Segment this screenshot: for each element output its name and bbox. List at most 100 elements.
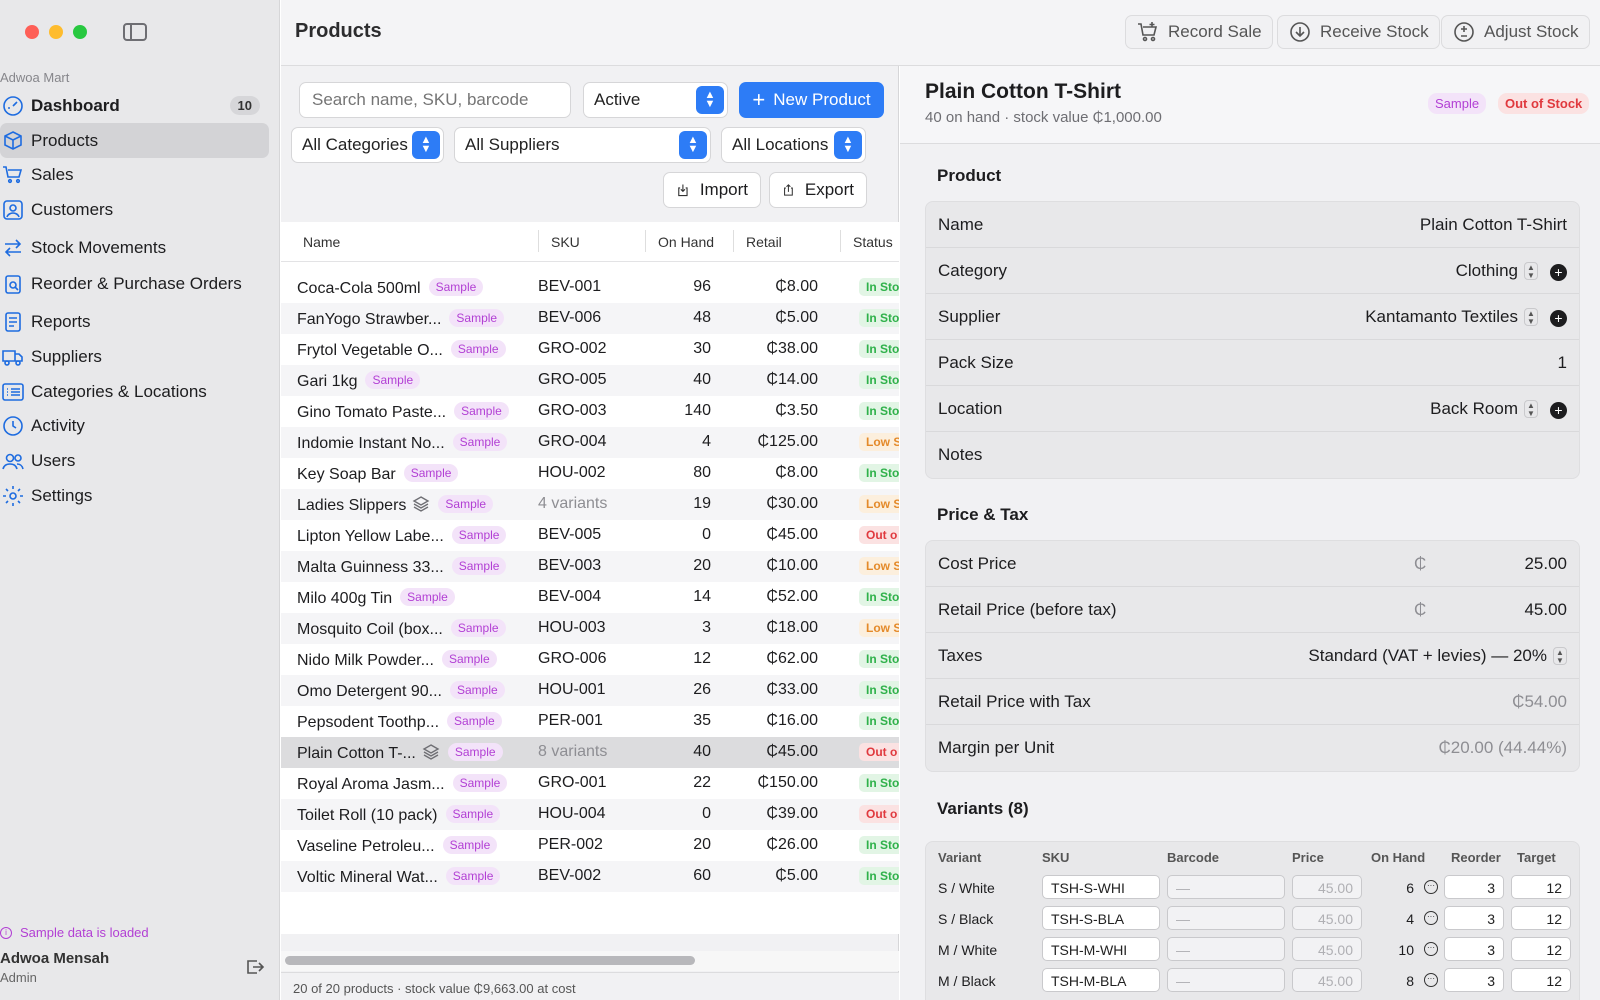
table-row[interactable]: Milo 400g Tin Sample BEV-004 14 ₵52.00 In Sto bbox=[281, 582, 899, 613]
variant-target-input[interactable]: 12 bbox=[1511, 968, 1571, 992]
currency-symbol: ₵ bbox=[1414, 554, 1427, 573]
variant-reorder-input[interactable]: 3 bbox=[1444, 968, 1504, 992]
variant-price-input[interactable]: 45.00 bbox=[1292, 875, 1362, 899]
import-button[interactable]: Import bbox=[663, 172, 761, 208]
horizontal-scrollbar[interactable] bbox=[285, 956, 695, 965]
zoom-window-button[interactable] bbox=[73, 25, 87, 39]
table-row[interactable]: FanYogo Strawber... Sample BEV-006 48 ₵5.00 I… bbox=[281, 303, 899, 334]
column-header-retail[interactable]: Retail bbox=[746, 234, 782, 250]
variant-price-input[interactable]: 45.00 bbox=[1292, 937, 1362, 961]
pack-size-field[interactable]: 1 bbox=[1558, 353, 1567, 373]
table-row[interactable]: Voltic Mineral Wat... Sample BEV-002 60 ₵5.0… bbox=[281, 861, 899, 892]
variant-reorder-input[interactable]: 3 bbox=[1444, 937, 1504, 961]
table-row[interactable]: Gino Tomato Paste... Sample GRO-003 140 ₵3.5… bbox=[281, 396, 899, 427]
variant-sku-input[interactable]: TSH-S-WHI bbox=[1042, 875, 1160, 899]
table-row[interactable]: Lipton Yellow Labe... Sample BEV-005 0 ₵45.0… bbox=[281, 520, 899, 551]
name-field[interactable]: Plain Cotton T-Shirt bbox=[1420, 215, 1567, 235]
location-filter-select[interactable]: All Locations ▲ ▼ bbox=[721, 127, 866, 163]
sidebar-toggle-icon[interactable] bbox=[123, 23, 147, 41]
table-row[interactable]: Ladies Slippers Sample 4 variants 19 ₵30.00 L… bbox=[281, 489, 899, 520]
table-row[interactable]: Mosquito Coil (box... Sample HOU-003 3 ₵18.0… bbox=[281, 613, 899, 644]
sidebar-item-products[interactable]: Products bbox=[0, 123, 269, 158]
variant-price-input[interactable]: 45.00 bbox=[1292, 906, 1362, 930]
column-header-on-hand[interactable]: On Hand bbox=[658, 234, 714, 250]
status-filter-select[interactable]: Active ▲ ▼ bbox=[583, 82, 728, 118]
sidebar-item-label: Settings bbox=[31, 485, 93, 505]
search-input[interactable] bbox=[299, 82, 571, 118]
variant-barcode-input[interactable]: — bbox=[1167, 875, 1285, 899]
variant-reorder-input[interactable]: 3 bbox=[1444, 906, 1504, 930]
minimize-window-button[interactable] bbox=[49, 25, 63, 39]
table-row[interactable]: Malta Guinness 33... Sample BEV-003 20 ₵10.0… bbox=[281, 551, 899, 582]
add-category-icon[interactable]: + bbox=[1550, 264, 1567, 281]
column-header-sku[interactable]: SKU bbox=[551, 234, 580, 250]
sidebar-item-reorder-purchase-orders[interactable]: Reorder & Purchase Orders bbox=[0, 266, 280, 301]
variant-target-input[interactable]: 12 bbox=[1511, 937, 1571, 961]
table-row[interactable]: Omo Detergent 90... Sample HOU-001 26 ₵33.00… bbox=[281, 675, 899, 706]
category-filter-select[interactable]: All Categories ▲ ▼ bbox=[291, 127, 444, 163]
export-button[interactable]: Export bbox=[769, 172, 867, 208]
notes-row[interactable]: Notes bbox=[926, 432, 1579, 478]
table-row[interactable]: Gari 1kg Sample GRO-005 40 ₵14.00 In Sto bbox=[281, 365, 899, 396]
sidebar-item-categories-locations[interactable]: Categories & Locations bbox=[0, 374, 280, 409]
new-product-button[interactable]: + New Product bbox=[739, 82, 884, 118]
variant-sku-input[interactable]: TSH-S-BLA bbox=[1042, 906, 1160, 930]
sample-tag: Sample bbox=[450, 340, 506, 358]
sidebar: Adwoa Mart Dashboard 10 Products Sales Custo… bbox=[0, 0, 280, 1000]
sample-tag: Sample bbox=[452, 774, 508, 792]
table-row[interactable]: Plain Cotton T-... Sample 8 variants 40 ₵45.… bbox=[281, 737, 899, 768]
sidebar-item-reports[interactable]: Reports bbox=[0, 304, 280, 339]
retail-price-field[interactable]: 45.00 bbox=[1524, 600, 1567, 620]
supplier-select[interactable]: Kantamanto Textiles ▲ ▼ + bbox=[1365, 307, 1567, 327]
product-name-cell: Vaseline Petroleu... Sample bbox=[297, 836, 498, 856]
variant-reorder-input[interactable]: 3 bbox=[1444, 875, 1504, 899]
sidebar-item-sales[interactable]: Sales bbox=[0, 157, 280, 192]
logout-icon[interactable] bbox=[245, 958, 265, 976]
more-icon[interactable]: ··· bbox=[1424, 880, 1438, 894]
column-header-status[interactable]: Status bbox=[853, 234, 893, 250]
variant-sku-input[interactable]: TSH-M-BLA bbox=[1042, 968, 1160, 992]
add-location-icon[interactable]: + bbox=[1550, 402, 1567, 419]
category-select[interactable]: Clothing ▲ ▼ + bbox=[1456, 261, 1567, 281]
adjust-stock-button[interactable]: Adjust Stock bbox=[1441, 15, 1590, 49]
receive-stock-button[interactable]: Receive Stock bbox=[1277, 15, 1440, 49]
column-header-name[interactable]: Name bbox=[303, 234, 340, 250]
sidebar-item-activity[interactable]: Activity bbox=[0, 408, 280, 443]
table-row[interactable]: Indomie Instant No... Sample GRO-004 4 ₵125.… bbox=[281, 427, 899, 458]
sidebar-item-customers[interactable]: Customers bbox=[0, 192, 280, 227]
more-icon[interactable]: ··· bbox=[1424, 942, 1438, 956]
sidebar-item-dashboard[interactable]: Dashboard 10 bbox=[0, 88, 280, 123]
variant-barcode-input[interactable]: — bbox=[1167, 906, 1285, 930]
taxes-select[interactable]: Standard (VAT + levies) — 20% ▲ ▼ bbox=[1308, 646, 1567, 666]
variants-section-title: Variants (8) bbox=[937, 799, 1029, 818]
sidebar-item-stock-movements[interactable]: Stock Movements bbox=[0, 230, 280, 265]
variant-target-input[interactable]: 12 bbox=[1511, 875, 1571, 899]
table-row[interactable]: Coca-Cola 500ml Sample BEV-001 96 ₵8.00 In St… bbox=[281, 272, 899, 303]
table-row[interactable]: Royal Aroma Jasm... Sample GRO-001 22 ₵150.0… bbox=[281, 768, 899, 799]
variant-sku-input[interactable]: TSH-M-WHI bbox=[1042, 937, 1160, 961]
sidebar-item-settings[interactable]: Settings bbox=[0, 478, 280, 513]
record-sale-button[interactable]: Record Sale bbox=[1125, 15, 1273, 49]
table-row[interactable]: Nido Milk Powder... Sample GRO-006 12 ₵62.00… bbox=[281, 644, 899, 675]
sidebar-item-label: Activity bbox=[31, 415, 85, 435]
sample-tag: Sample bbox=[365, 371, 421, 389]
table-row[interactable]: Pepsodent Toothp... Sample PER-001 35 ₵16.00… bbox=[281, 706, 899, 737]
more-icon[interactable]: ··· bbox=[1424, 911, 1438, 925]
variant-barcode-input[interactable]: — bbox=[1167, 937, 1285, 961]
variant-price-input[interactable]: 45.00 bbox=[1292, 968, 1362, 992]
supplier-label: Supplier bbox=[938, 307, 1001, 326]
table-row[interactable]: Key Soap Bar Sample HOU-002 80 ₵8.00 In Sto bbox=[281, 458, 899, 489]
add-supplier-icon[interactable]: + bbox=[1550, 310, 1567, 327]
variant-barcode-input[interactable]: — bbox=[1167, 968, 1285, 992]
sidebar-item-users[interactable]: Users bbox=[0, 443, 280, 478]
sidebar-item-suppliers[interactable]: Suppliers bbox=[0, 339, 280, 374]
supplier-filter-select[interactable]: All Suppliers ▲ ▼ bbox=[454, 127, 711, 163]
table-row[interactable]: Vaseline Petroleu... Sample PER-002 20 ₵26.0… bbox=[281, 830, 899, 861]
cost-price-field[interactable]: 25.00 bbox=[1524, 554, 1567, 574]
location-select[interactable]: Back Room ▲ ▼ + bbox=[1430, 399, 1567, 419]
table-row[interactable]: Frytol Vegetable O... Sample GRO-002 30 ₵38.… bbox=[281, 334, 899, 365]
variant-target-input[interactable]: 12 bbox=[1511, 906, 1571, 930]
table-row[interactable]: Toilet Roll (10 pack) Sample HOU-004 0 ₵39.0… bbox=[281, 799, 899, 830]
more-icon[interactable]: ··· bbox=[1424, 973, 1438, 987]
close-window-button[interactable] bbox=[25, 25, 39, 39]
